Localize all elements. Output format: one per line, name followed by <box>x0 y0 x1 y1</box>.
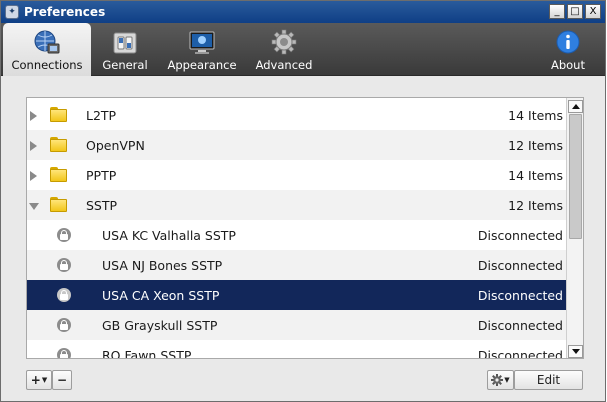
tab-connections[interactable]: Connections <box>3 23 91 76</box>
lock-icon <box>57 288 71 302</box>
about-button[interactable]: About <box>535 23 601 76</box>
close-button[interactable]: X <box>585 4 601 19</box>
group-count: 12 Items <box>508 137 563 153</box>
scrollbar-thumb[interactable] <box>569 114 582 239</box>
scroll-up-button[interactable] <box>568 100 583 113</box>
folder-icon <box>50 107 67 122</box>
tab-advanced-label: Advanced <box>255 58 313 72</box>
remove-label: − <box>56 373 68 387</box>
connection-name: USA CA Xeon SSTP <box>102 287 220 303</box>
connection-status: Disconnected <box>477 347 563 359</box>
arrow-up-icon <box>572 104 580 109</box>
scroll-down-button[interactable] <box>568 345 583 358</box>
tab-appearance-label: Appearance <box>167 58 237 72</box>
folder-icon <box>50 197 67 212</box>
vertical-scrollbar[interactable] <box>566 98 583 358</box>
connection-row[interactable]: GB Grayskull SSTP Disconnected <box>27 310 567 340</box>
connections-list: L2TP 14 Items OpenVPN 12 Items PPTP 14 I… <box>27 98 567 359</box>
disclosure-triangle-icon[interactable] <box>29 203 39 210</box>
info-icon <box>556 30 580 54</box>
remove-connection-button[interactable]: − <box>52 370 72 390</box>
connection-status: Disconnected <box>477 317 563 333</box>
dropdown-caret-icon: ▼ <box>41 376 48 384</box>
switch-panel-icon <box>113 32 137 54</box>
globe-network-icon <box>34 30 60 54</box>
lock-icon <box>57 228 71 242</box>
group-row-pptp[interactable]: PPTP 14 Items <box>27 160 567 190</box>
tab-connections-label: Connections <box>11 58 83 72</box>
connections-list-panel: L2TP 14 Items OpenVPN 12 Items PPTP 14 I… <box>26 97 584 359</box>
group-row-openvpn[interactable]: OpenVPN 12 Items <box>27 130 567 160</box>
lock-icon <box>57 348 71 358</box>
tab-advanced[interactable]: Advanced <box>245 23 323 76</box>
disclosure-triangle-icon[interactable] <box>30 171 37 181</box>
connection-status: Disconnected <box>477 287 563 303</box>
disclosure-triangle-icon[interactable] <box>30 111 37 121</box>
about-label: About <box>550 58 585 72</box>
dropdown-caret-icon: ▼ <box>504 376 510 384</box>
lock-icon <box>57 318 71 332</box>
connection-name: USA KC Valhalla SSTP <box>102 227 236 243</box>
group-row-l2tp[interactable]: L2TP 14 Items <box>27 100 567 130</box>
tab-general[interactable]: General <box>91 23 159 76</box>
folder-icon <box>50 137 67 152</box>
connection-status: Disconnected <box>477 257 563 273</box>
connection-row-selected[interactable]: USA CA Xeon SSTP Disconnected <box>27 280 567 310</box>
group-name: L2TP <box>86 107 117 123</box>
group-name: PPTP <box>86 167 117 183</box>
lock-icon <box>57 258 71 272</box>
edit-label: Edit <box>536 373 561 387</box>
window-title: Preferences <box>24 5 106 19</box>
group-name: OpenVPN <box>86 137 145 153</box>
arrow-down-icon <box>572 349 580 354</box>
connection-status: Disconnected <box>477 227 563 243</box>
gear-icon <box>491 374 504 386</box>
tab-appearance[interactable]: Appearance <box>159 23 245 76</box>
folder-icon <box>50 167 67 182</box>
edit-button[interactable]: Edit <box>514 370 583 390</box>
add-connection-button[interactable]: + ▼ <box>26 370 52 390</box>
connection-row[interactable]: RO Fawn SSTP Disconnected <box>27 340 567 359</box>
action-menu-button[interactable]: ▼ <box>487 370 514 390</box>
group-row-sstp[interactable]: SSTP 12 Items <box>27 190 567 220</box>
connection-name: USA NJ Bones SSTP <box>102 257 223 273</box>
group-count: 14 Items <box>508 167 563 183</box>
title-bar[interactable]: ✦ Preferences _ □ X <box>1 1 605 23</box>
disclosure-triangle-icon[interactable] <box>30 141 37 151</box>
group-count: 12 Items <box>508 197 563 213</box>
tab-general-label: General <box>102 58 148 72</box>
connection-name: RO Fawn SSTP <box>102 347 192 359</box>
maximize-button[interactable]: □ <box>567 4 583 19</box>
connection-row[interactable]: USA KC Valhalla SSTP Disconnected <box>27 220 567 250</box>
window-controls: _ □ X <box>549 4 601 19</box>
app-icon: ✦ <box>5 5 19 19</box>
minimize-button[interactable]: _ <box>549 4 565 19</box>
preferences-window: ✦ Preferences _ □ X Connections General … <box>0 0 606 402</box>
connection-name: GB Grayskull SSTP <box>102 317 218 333</box>
group-name: SSTP <box>86 197 118 213</box>
toolbar: Connections General Appearance Advanced … <box>1 23 605 76</box>
gear-icon <box>271 29 297 55</box>
monitor-icon <box>189 31 215 54</box>
group-count: 14 Items <box>508 107 563 123</box>
connection-row[interactable]: USA NJ Bones SSTP Disconnected <box>27 250 567 280</box>
add-label: + <box>30 373 41 387</box>
